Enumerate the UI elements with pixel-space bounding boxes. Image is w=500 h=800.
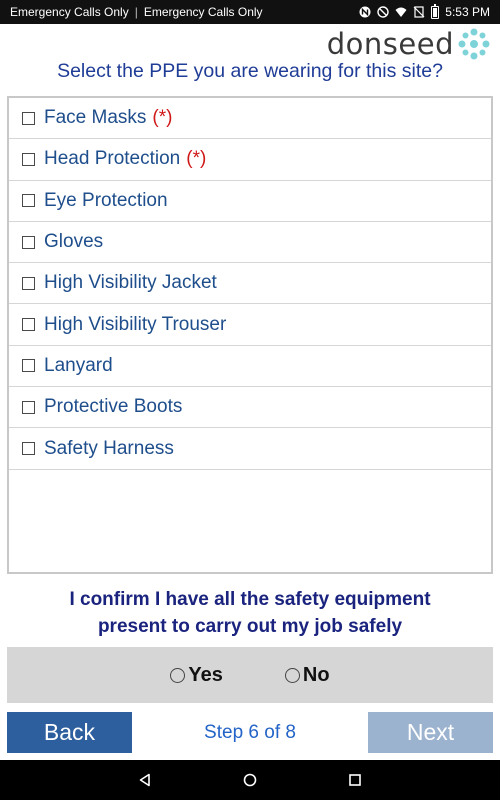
ppe-item-label: High Visibility Jacket xyxy=(44,272,217,294)
back-nav-icon xyxy=(139,773,150,787)
ppe-item-label: Head Protection xyxy=(44,148,181,170)
recents-nav-icon xyxy=(349,774,361,786)
yes-label: Yes xyxy=(188,663,223,686)
required-marker: (*) xyxy=(152,107,173,129)
ppe-item-head-protection[interactable]: Head Protection (*) xyxy=(9,139,491,181)
nav-recents-key[interactable] xyxy=(303,760,408,800)
ppe-item-label: Eye Protection xyxy=(44,189,168,211)
ppe-list[interactable]: Face Masks (*) Head Protection (*) Eye P… xyxy=(7,96,493,574)
status-separator: | xyxy=(134,5,138,19)
logo-flower-icon xyxy=(457,27,491,61)
checkbox[interactable] xyxy=(22,400,35,414)
checkbox[interactable] xyxy=(22,276,35,290)
ppe-item-face-masks[interactable]: Face Masks (*) xyxy=(9,98,491,140)
ppe-item-label: Gloves xyxy=(44,231,104,253)
battery-icon xyxy=(431,3,440,19)
carrier-text-2: Emergency Calls Only xyxy=(143,5,263,19)
next-button[interactable]: Next xyxy=(368,712,493,753)
ppe-item-label: Face Masks xyxy=(44,107,147,129)
wifi-icon xyxy=(395,7,407,17)
nav-home-key[interactable] xyxy=(198,760,303,800)
ppe-item-high-visibility-trouser[interactable]: High Visibility Trouser xyxy=(9,304,491,346)
confirmation-radio-group: Yes No xyxy=(7,647,493,703)
yes-radio[interactable] xyxy=(170,667,186,683)
confirmation-text: I confirm I have all the safety equipmen… xyxy=(0,586,500,640)
ppe-item-gloves[interactable]: Gloves xyxy=(9,222,491,264)
do-not-disturb-icon xyxy=(377,6,389,18)
no-radio[interactable] xyxy=(284,667,300,683)
checkbox[interactable] xyxy=(22,152,35,166)
home-nav-icon xyxy=(243,773,257,787)
no-option[interactable]: No xyxy=(284,663,330,687)
carrier-text-1: Emergency Calls Only xyxy=(10,5,129,19)
no-sim-icon xyxy=(413,6,425,18)
ppe-item-lanyard[interactable]: Lanyard xyxy=(9,346,491,388)
checkbox[interactable] xyxy=(22,318,35,332)
app-header: donseed xyxy=(0,24,500,62)
nav-back-key[interactable] xyxy=(93,760,198,800)
no-label: No xyxy=(302,663,330,686)
ppe-item-label: Protective Boots xyxy=(44,396,183,418)
status-time: 5:53 PM xyxy=(445,5,490,19)
ppe-item-label: Safety Harness xyxy=(44,437,174,459)
android-nav-bar xyxy=(0,760,500,800)
status-left: Emergency Calls Only | Emergency Calls O… xyxy=(10,5,263,19)
status-icons: 5:53 PM xyxy=(359,3,490,19)
required-marker: (*) xyxy=(186,148,207,170)
confirmation-line-2: present to carry out my job safely xyxy=(97,616,403,637)
status-bar: Emergency Calls Only | Emergency Calls O… xyxy=(0,0,500,24)
yes-option[interactable]: Yes xyxy=(170,663,223,687)
ppe-question: Select the PPE you are wearing for this … xyxy=(57,60,443,82)
checkbox[interactable] xyxy=(22,359,35,373)
ppe-item-protective-boots[interactable]: Protective Boots xyxy=(9,387,491,429)
confirmation-line-1: I confirm I have all the safety equipmen… xyxy=(69,589,431,610)
checkbox[interactable] xyxy=(22,235,35,249)
ppe-item-label: Lanyard xyxy=(44,354,113,376)
ppe-item-high-visibility-jacket[interactable]: High Visibility Jacket xyxy=(9,263,491,305)
checkbox[interactable] xyxy=(22,442,35,456)
nfc-icon xyxy=(359,6,371,18)
donseed-logo: donseed xyxy=(327,26,492,62)
checkbox[interactable] xyxy=(22,111,35,125)
ppe-item-eye-protection[interactable]: Eye Protection xyxy=(9,181,491,222)
logo-text: donseed xyxy=(326,27,454,61)
ppe-item-safety-harness[interactable]: Safety Harness xyxy=(9,428,491,470)
ppe-item-label: High Visibility Trouser xyxy=(44,313,227,335)
checkbox[interactable] xyxy=(22,194,35,208)
